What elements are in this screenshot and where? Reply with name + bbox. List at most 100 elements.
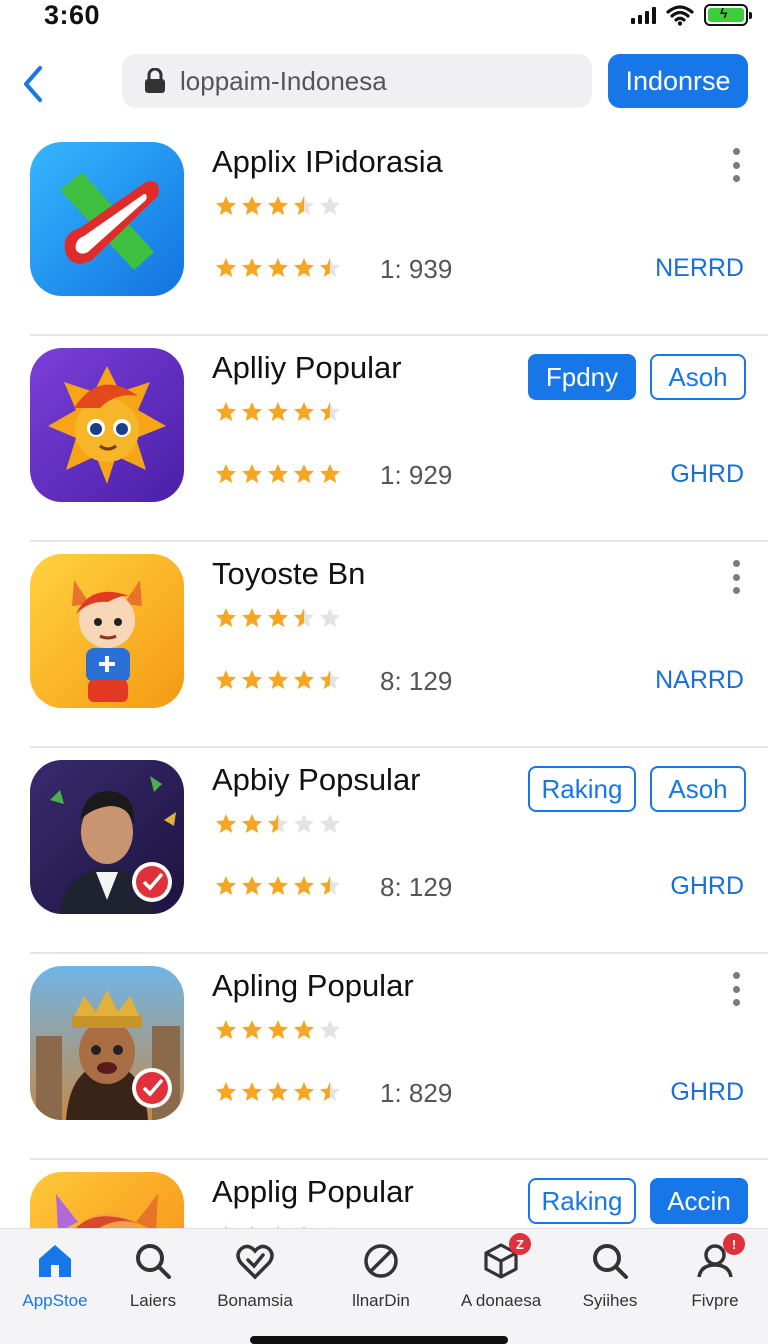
signal-icon [631, 6, 656, 24]
tab-label: Fivpre [691, 1291, 739, 1310]
star-icon [242, 1020, 262, 1039]
more-options-icon[interactable] [726, 972, 746, 1006]
header-action-button[interactable]: Indonrse [608, 54, 748, 108]
star-icon [268, 1082, 288, 1101]
app-row[interactable]: Apling Popular 1: 829 GHRD [30, 954, 768, 1160]
star-icon [242, 1082, 262, 1101]
app-title[interactable]: Applix IPidorasia [212, 144, 443, 180]
star-icon [268, 1020, 288, 1039]
tab-appstore[interactable]: AppStoe [0, 1241, 110, 1321]
star-icon [216, 814, 236, 833]
star-icon [268, 258, 288, 277]
tab-label: AppStoe [22, 1291, 88, 1310]
app-button-secondary[interactable]: Asoh [650, 354, 746, 400]
app-title[interactable]: Apling Popular [212, 968, 414, 1004]
app-row[interactable]: Aplliy Popular 1: 929 GHRD Fpdny Asoh [30, 336, 768, 542]
prohibited-icon [361, 1241, 401, 1281]
app-button-primary[interactable]: Fpdny [528, 354, 636, 400]
tab-adonaesa[interactable]: Z A donaesa [446, 1233, 556, 1321]
heart-check-icon [235, 1241, 275, 1281]
star-icon [294, 608, 314, 627]
person-icon: ! [695, 1233, 745, 1281]
star-icon [320, 608, 340, 627]
star-icon [242, 608, 262, 627]
star-icon [242, 814, 262, 833]
box-icon: Z [481, 1233, 531, 1281]
star-icon [294, 1082, 314, 1101]
app-title[interactable]: Applig Popular [212, 1174, 414, 1210]
search-icon [590, 1241, 630, 1281]
rating-stars [214, 812, 342, 836]
app-row[interactable]: Toyoste Bn 8: 129 NARRD [30, 542, 768, 748]
star-icon [294, 196, 314, 215]
app-button-primary[interactable]: Raking [528, 766, 636, 812]
star-icon [242, 876, 262, 895]
rating-stars [214, 606, 342, 630]
lock-icon [145, 68, 165, 93]
star-icon [216, 670, 236, 689]
star-icon [268, 670, 288, 689]
tab-laiers[interactable]: Laiers [98, 1241, 208, 1321]
tab-label: llnarDin [352, 1291, 410, 1310]
tab-label: Bonamsia [217, 1291, 293, 1310]
app-icon-sun-character[interactable] [30, 348, 184, 502]
header: loppaim-Indonesa Indonrse [0, 50, 768, 110]
rating-stars [214, 874, 342, 898]
rating-stars [214, 1018, 342, 1042]
app-title[interactable]: Aplliy Popular [212, 350, 402, 386]
rating-stars [214, 668, 342, 692]
star-icon [294, 670, 314, 689]
app-button-secondary[interactable]: Asoh [650, 766, 746, 812]
app-code: NERRD [655, 254, 744, 282]
more-options-icon[interactable] [726, 148, 746, 182]
app-title[interactable]: Apbiy Popsular [212, 762, 421, 798]
app-row[interactable]: Applix IPidorasia 1: 939 NERRD [30, 130, 768, 336]
star-icon [242, 258, 262, 277]
star-icon [216, 608, 236, 627]
app-button-primary[interactable]: Raking [528, 1178, 636, 1224]
app-row[interactable]: Apbiy Popsular 8: 129 GHRD Raking Asoh [30, 748, 768, 954]
wifi-icon [666, 5, 694, 26]
star-icon [216, 402, 236, 421]
tab-llnardin[interactable]: llnarDin [326, 1241, 436, 1321]
rating-stars [214, 1080, 342, 1104]
star-icon [242, 196, 262, 215]
tab-bar: AppStoe Laiers Bonamsia llnarDin Z A don… [0, 1228, 768, 1344]
star-icon [320, 402, 340, 421]
more-options-icon[interactable] [726, 560, 746, 594]
notification-badge: Z [509, 1233, 531, 1255]
tab-syiihes[interactable]: Syiihes [555, 1241, 665, 1321]
url-bar[interactable]: loppaim-Indonesa [122, 54, 592, 108]
app-code: NARRD [655, 666, 744, 694]
app-title[interactable]: Toyoste Bn [212, 556, 365, 592]
rating-stars [214, 400, 342, 424]
star-icon [294, 464, 314, 483]
rating-stars [214, 194, 342, 218]
star-icon [294, 1020, 314, 1039]
star-icon [294, 402, 314, 421]
tab-bonamsia[interactable]: Bonamsia [200, 1241, 310, 1321]
app-icon-portrait[interactable] [30, 760, 184, 914]
tab-label: Laiers [129, 1291, 177, 1310]
app-button-secondary[interactable]: Accin [650, 1178, 748, 1224]
app-icon-queen-character[interactable] [30, 966, 184, 1120]
tab-fivpre[interactable]: ! Fivpre [660, 1233, 768, 1321]
app-icon-fox-character[interactable] [30, 554, 184, 708]
back-button[interactable] [14, 56, 54, 104]
star-icon [268, 402, 288, 421]
app-meta: 1: 829 [380, 1078, 453, 1108]
star-icon [242, 464, 262, 483]
search-icon [133, 1241, 173, 1281]
battery-icon: ϟ [704, 4, 752, 26]
star-icon [268, 464, 288, 483]
star-icon [216, 258, 236, 277]
star-icon [216, 196, 236, 215]
star-icon [320, 196, 340, 215]
tab-label: A donaesa [460, 1291, 542, 1310]
app-icon-cross[interactable] [30, 142, 184, 296]
star-icon [320, 1020, 340, 1039]
star-icon [216, 1020, 236, 1039]
star-icon [242, 670, 262, 689]
tab-label: Syiihes [582, 1291, 638, 1310]
star-icon [268, 196, 288, 215]
